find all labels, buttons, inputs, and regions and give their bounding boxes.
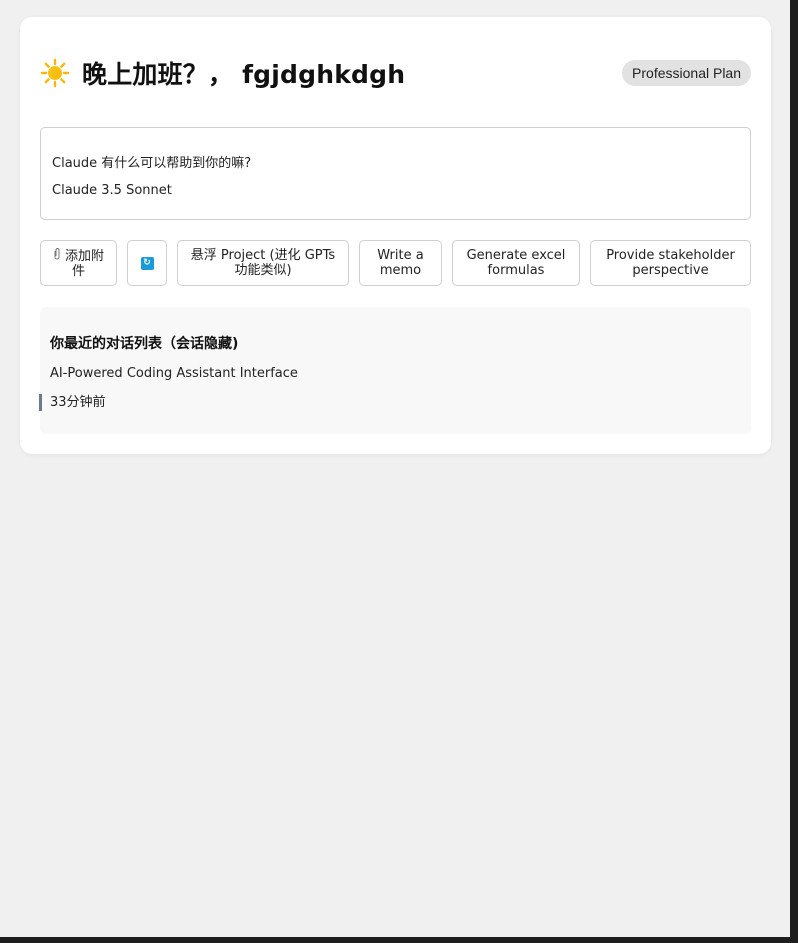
write-memo-button[interactable]: Write a memo bbox=[359, 240, 442, 286]
page-viewport: 晚上加班？， fgjdghkdgh Professional Plan Clau… bbox=[0, 0, 790, 937]
recent-title: 你最近的对话列表（会话隐藏) bbox=[50, 336, 239, 352]
header: 晚上加班？， fgjdghkdgh Professional Plan bbox=[40, 55, 751, 91]
project-button[interactable]: 悬浮 Project (进化 GPTs 功能类似) bbox=[177, 240, 349, 286]
recent-conversations: 你最近的对话列表（会话隐藏) AI-Powered Coding Assista… bbox=[39, 307, 751, 434]
add-attachment-button[interactable]: 添加附件 bbox=[40, 240, 117, 286]
excel-formulas-button[interactable]: Generate excel formulas bbox=[452, 240, 580, 286]
list-item[interactable]: AI-Powered Coding Assistant Interface bbox=[50, 366, 298, 381]
project-button-label: 悬浮 Project (进化 GPTs 功能类似) bbox=[190, 248, 336, 278]
recent-timestamp: 33分钟前 bbox=[39, 394, 106, 411]
action-buttons: 添加附件 ↻ 悬浮 Project (进化 GPTs 功能类似) Write a… bbox=[40, 240, 751, 286]
main-card: 晚上加班？， fgjdghkdgh Professional Plan Clau… bbox=[20, 17, 771, 454]
refresh-icon: ↻ bbox=[140, 256, 154, 270]
stakeholder-button[interactable]: Provide stakeholder perspective bbox=[590, 240, 751, 286]
refresh-button[interactable]: ↻ bbox=[127, 240, 167, 286]
write-memo-label: Write a memo bbox=[377, 248, 424, 278]
excel-formulas-label: Generate excel formulas bbox=[466, 248, 566, 278]
sun-icon bbox=[40, 58, 70, 88]
add-attachment-label: 添加附件 bbox=[64, 249, 104, 279]
title-wrap: 晚上加班？， fgjdghkdgh bbox=[40, 55, 405, 91]
plan-badge[interactable]: Professional Plan bbox=[622, 60, 751, 86]
page-title: 晚上加班？， fgjdghkdgh bbox=[82, 60, 406, 89]
stakeholder-label: Provide stakeholder perspective bbox=[606, 248, 735, 278]
prompt-input[interactable]: Claude 有什么可以帮助到你的嘛? Claude 3.5 Sonnet bbox=[40, 127, 751, 220]
paperclip-icon bbox=[53, 247, 61, 264]
prompt-placeholder: Claude 有什么可以帮助到你的嘛? bbox=[52, 156, 252, 171]
model-selector[interactable]: Claude 3.5 Sonnet bbox=[52, 183, 739, 198]
